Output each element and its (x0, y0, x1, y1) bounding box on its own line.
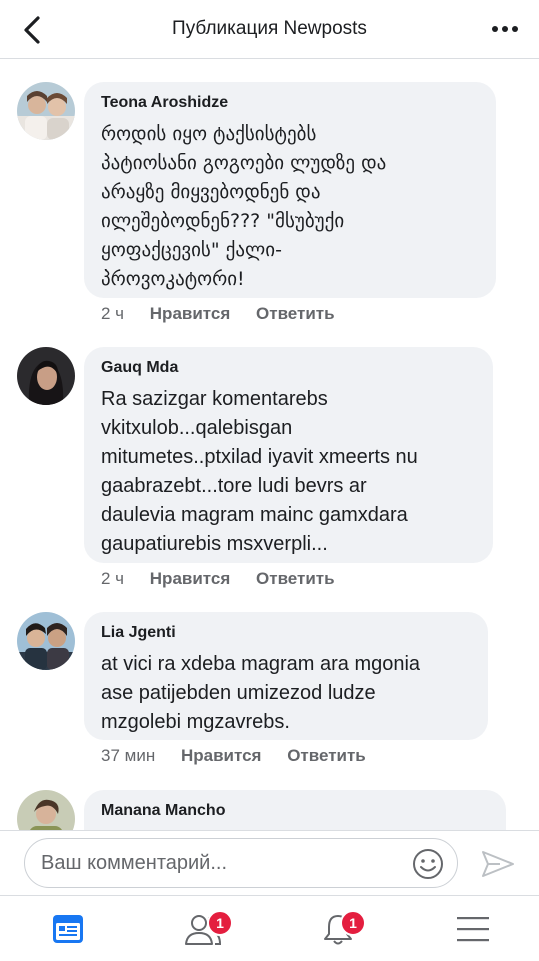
tab-friend-requests[interactable]: 1 (149, 896, 256, 961)
tab-news-feed[interactable] (14, 896, 121, 961)
tab-menu[interactable] (419, 896, 526, 961)
reply-button[interactable]: Ответить (256, 304, 335, 323)
avatar-photo-icon (17, 790, 75, 830)
avatar[interactable] (17, 790, 75, 830)
comment-bubble[interactable]: Manana Mancho (84, 790, 506, 830)
comment-time: 2 ч (101, 304, 125, 323)
comment-composer (0, 830, 539, 896)
comment-bubble[interactable]: Gauq Mda Ra sazizgar komentarebs vkitxul… (84, 347, 493, 563)
comment-text: როდის იყო ტაქსისტებს პატიოსანი გოგოები ლ… (101, 123, 387, 290)
avatar[interactable] (17, 347, 75, 405)
avatar-photo-icon (17, 82, 75, 140)
comment-author[interactable]: Lia Jgenti (101, 624, 470, 642)
comment-bubble[interactable]: Teona Aroshidze როდის იყო ტაქსისტებს პატ… (84, 82, 496, 298)
comments-list[interactable]: Teona Aroshidze როდის იყო ტაქსისტებს პატ… (0, 58, 539, 830)
tab-notifications[interactable]: 1 (284, 896, 391, 961)
news-feed-icon (52, 915, 83, 943)
comment-bubble[interactable]: Lia Jgenti at vici ra xdeba magram ara m… (84, 612, 488, 740)
comment-author[interactable]: Teona Aroshidze (101, 94, 478, 112)
comment-author[interactable]: Manana Mancho (101, 802, 488, 820)
reply-button[interactable]: Ответить (256, 569, 335, 588)
avatar-photo-icon (17, 347, 75, 405)
comment-author[interactable]: Gauq Mda (101, 359, 475, 377)
avatar[interactable] (17, 82, 75, 140)
more-horizontal-icon (492, 26, 518, 32)
send-icon (482, 851, 514, 877)
comment-text: Ra sazizgar komentarebs vkitxulob...qale… (101, 388, 418, 555)
avatar-photo-icon (17, 612, 75, 670)
like-button[interactable]: Нравится (150, 304, 231, 323)
comment-input[interactable] (24, 838, 458, 888)
comment-meta: 2 ч Нравится Ответить (101, 304, 356, 324)
page-title: Публикация Newposts (172, 18, 367, 39)
smiley-icon (413, 849, 443, 879)
send-button[interactable] (480, 849, 516, 879)
header-bar: Публикация Newposts (0, 0, 539, 59)
bottom-tab-bar: 1 1 (0, 895, 539, 961)
more-options-button[interactable] (487, 14, 523, 44)
comment-meta: 37 мин Нравится Ответить (101, 746, 387, 766)
avatar[interactable] (17, 612, 75, 670)
hamburger-menu-icon (456, 917, 489, 942)
friends-badge: 1 (207, 910, 233, 936)
reply-button[interactable]: Ответить (287, 746, 366, 765)
emoji-button[interactable] (412, 848, 444, 880)
comment-time: 37 мин (101, 746, 156, 765)
like-button[interactable]: Нравится (150, 569, 231, 588)
comment-meta: 2 ч Нравится Ответить (101, 569, 356, 589)
notifications-badge: 1 (340, 910, 366, 936)
like-button[interactable]: Нравится (181, 746, 262, 765)
comment-time: 2 ч (101, 569, 125, 588)
comment-text: at vici ra xdeba magram ara mgonia ase p… (101, 653, 421, 733)
